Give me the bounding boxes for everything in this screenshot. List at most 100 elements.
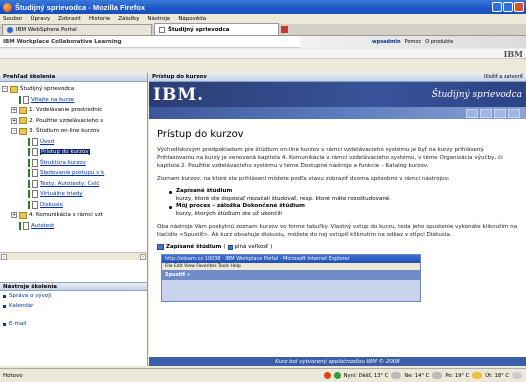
menu-file[interactable]: Soubor bbox=[3, 16, 22, 22]
outline-tree: - Študijný sprievodca Vitajte na kurze +1. … bbox=[0, 82, 147, 252]
tool-calendar[interactable]: Kalendár bbox=[0, 301, 147, 311]
scroll-left-icon[interactable]: ‹ bbox=[1, 253, 7, 260]
banner-strip bbox=[149, 107, 526, 119]
close-tab-icon[interactable] bbox=[281, 26, 288, 33]
ibm-banner: IBM. Študijný sprievodca bbox=[149, 82, 526, 107]
menu-edit[interactable]: Úpravy bbox=[30, 16, 50, 22]
tree-node[interactable]: Sledovanie postupu v k bbox=[2, 168, 145, 179]
tree-node[interactable]: - Študijný sprievodca bbox=[2, 84, 145, 95]
about-link[interactable]: O produkte bbox=[425, 39, 453, 45]
tree-node[interactable]: - 3. Štúdium on-line kurzov bbox=[2, 126, 145, 137]
tab-websphere-portal[interactable]: IBM WebSphere Portal bbox=[2, 24, 152, 35]
banner-subtitle: Študijný sprievodca bbox=[431, 89, 522, 100]
menu-view[interactable]: Zobrazit bbox=[58, 16, 81, 22]
portal-links: wpsadmin Pomoc O produkte bbox=[300, 36, 526, 48]
embedded-screenshot[interactable]: http://elearn.cz:10038 · IBM Workplace P… bbox=[161, 254, 421, 302]
ibm-globe-icon bbox=[7, 27, 13, 33]
bullet-icon bbox=[3, 294, 6, 298]
menu-bookmarks[interactable]: Záložky bbox=[118, 16, 139, 22]
zoom-icon bbox=[227, 244, 233, 250]
tree-node[interactable]: Testy, Autotesty, Cvič bbox=[2, 179, 145, 190]
tree-node[interactable]: Vitajte na kurze bbox=[2, 95, 145, 106]
expand-icon[interactable]: + bbox=[11, 107, 17, 114]
save-close-link[interactable]: Uložiť a zatvoriť bbox=[484, 74, 523, 80]
tree-node-label: Virtuálne triedy bbox=[40, 191, 83, 198]
scroll-right-icon[interactable]: › bbox=[140, 253, 146, 260]
tree-node-label: Diskusie bbox=[40, 201, 63, 208]
cloud-icon bbox=[432, 372, 443, 379]
tool-progress-report[interactable]: Správa o vývoji bbox=[0, 291, 147, 301]
menu-tools[interactable]: Nástroje bbox=[147, 16, 170, 22]
weather-day1: Ne: 14° C bbox=[404, 372, 430, 379]
full-size-link[interactable]: plná veľkosť bbox=[235, 244, 269, 250]
user-link[interactable]: wpsadmin bbox=[372, 39, 401, 45]
document-icon bbox=[23, 221, 29, 230]
shot-toolbar: Spustiť » bbox=[162, 270, 420, 280]
tool-email[interactable]: E-mail bbox=[0, 319, 147, 329]
tree-node[interactable]: Prístup do kurzov bbox=[2, 147, 145, 158]
expand-icon[interactable]: + bbox=[11, 212, 17, 219]
progress-marker-icon bbox=[28, 137, 30, 146]
tree-node-label: Vitajte na kurze bbox=[31, 96, 75, 103]
document-icon bbox=[32, 179, 38, 188]
weather-widget: Nyní: Déšť, 13° C Ne: 14° C Po: 19° C Út… bbox=[323, 372, 522, 379]
screenshot-caption: Zapísané štúdium bbox=[166, 244, 222, 250]
portal-title: IBM Workplace Collaborative Learning bbox=[3, 38, 122, 45]
shot-titlebar: http://elearn.cz:10038 · IBM Workplace P… bbox=[162, 255, 420, 263]
access-methods-list: Zapísané štúdium kurzy, ktoré ste doposia… bbox=[169, 188, 518, 218]
progress-marker-icon bbox=[28, 169, 30, 178]
tab-label: IBM WebSphere Portal bbox=[16, 27, 77, 33]
progress-marker-icon bbox=[19, 95, 21, 104]
screenshot-link-row: Zapísané štúdium ( plná veľkosť ) bbox=[157, 244, 518, 250]
tree-node[interactable]: Diskusie bbox=[2, 200, 145, 211]
progress-marker-icon bbox=[28, 158, 30, 167]
weather-now: Nyní: Déšť, 13° C bbox=[343, 372, 389, 379]
folder-icon bbox=[19, 127, 27, 135]
document-icon bbox=[32, 169, 38, 178]
outline-header: Prehľad školenia bbox=[0, 73, 147, 82]
tree-node[interactable]: Úvod bbox=[2, 137, 145, 148]
menu-help[interactable]: Nápověda bbox=[178, 16, 206, 22]
window-controls bbox=[492, 2, 524, 12]
course-outline-pane: Prehľad školenia - Študijný sprievodca Vit… bbox=[0, 73, 148, 366]
ibm-logo: IBM bbox=[503, 49, 523, 59]
tree-node[interactable]: +1. Vzdelávanie prostredníc bbox=[2, 105, 145, 116]
horizontal-scrollbar[interactable]: ‹ › bbox=[0, 252, 147, 260]
strip-image bbox=[508, 108, 520, 118]
tree-node-label: Štruktúra kurzov bbox=[40, 159, 86, 166]
tools-header: Nástroje školenia bbox=[0, 282, 147, 291]
help-link[interactable]: Pomoc bbox=[405, 39, 422, 45]
minimize-button[interactable] bbox=[492, 2, 502, 12]
content-pane: Prístup do kurzov Uložiť a zatvoriť IBM.… bbox=[149, 73, 526, 366]
document-icon bbox=[32, 148, 38, 157]
strip-image bbox=[480, 108, 492, 118]
expand-icon[interactable]: + bbox=[11, 117, 17, 124]
portal-header: IBM Workplace Collaborative Learning wps… bbox=[0, 36, 526, 48]
collapse-icon[interactable]: - bbox=[11, 128, 17, 135]
status-bar: Hotovo Nyní: Déšť, 13° C Ne: 14° C Po: 1… bbox=[0, 368, 526, 382]
document-icon bbox=[23, 95, 29, 104]
tab-study-guide[interactable]: Študijný sprievodca bbox=[154, 23, 279, 35]
maximize-button[interactable] bbox=[503, 2, 513, 12]
tree-node[interactable]: Autotest bbox=[2, 221, 145, 232]
tree-node[interactable]: Štruktúra kurzov bbox=[2, 158, 145, 169]
window-titlebar: Študijný sprievodca - Mozilla Firefox bbox=[0, 0, 526, 14]
tree-node[interactable]: +2. Použitie vzdelávacieho s bbox=[2, 116, 145, 127]
paragraph-3: Oba nástroje Vám poskytnú zoznam kurzov … bbox=[157, 224, 518, 238]
tree-node-label: 1. Vzdelávanie prostredníc bbox=[29, 107, 103, 114]
tree-node-label: Autotest bbox=[31, 222, 55, 229]
tree-node[interactable]: +4. Komunikácia s rámci vzt bbox=[2, 210, 145, 221]
status-text: Hotovo bbox=[3, 372, 23, 379]
folder-icon bbox=[19, 211, 27, 219]
progress-marker-icon bbox=[28, 200, 30, 209]
firefox-icon bbox=[3, 2, 12, 12]
shot-menubar: File Edit View Favorites Tools Help bbox=[162, 263, 420, 270]
close-window-button[interactable] bbox=[514, 2, 524, 12]
tree-node[interactable]: Virtuálne triedy bbox=[2, 189, 145, 200]
tree-node-label: Prístup do kurzov bbox=[40, 149, 90, 156]
menu-history[interactable]: Historie bbox=[89, 16, 110, 22]
bullet-icon bbox=[3, 322, 6, 326]
tree-node-label: 3. Štúdium on-line kurzov bbox=[29, 128, 100, 135]
content-header: Prístup do kurzov Uložiť a zatvoriť bbox=[149, 73, 526, 82]
collapse-icon[interactable]: - bbox=[2, 86, 8, 93]
